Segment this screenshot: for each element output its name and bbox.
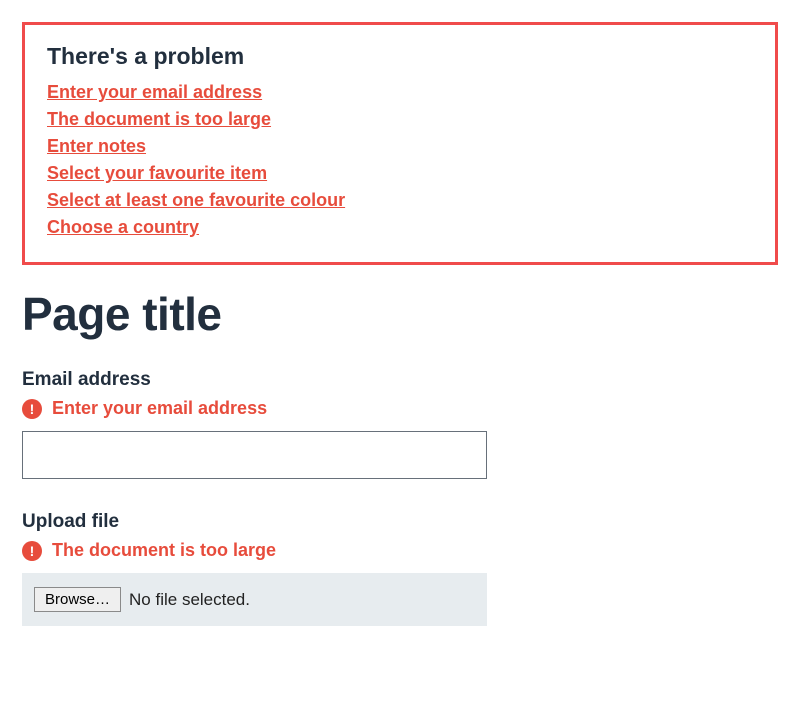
email-input[interactable] bbox=[22, 431, 487, 479]
error-summary: There's a problem Enter your email addre… bbox=[22, 22, 778, 265]
file-input-wrap: Browse… No file selected. bbox=[22, 573, 487, 626]
page-title: Page title bbox=[22, 287, 778, 341]
file-status-text: No file selected. bbox=[129, 590, 250, 610]
upload-error-text: The document is too large bbox=[52, 540, 276, 561]
upload-label: Upload file bbox=[22, 511, 778, 533]
error-link-email[interactable]: Enter your email address bbox=[47, 82, 262, 102]
browse-button[interactable]: Browse… bbox=[34, 587, 121, 612]
error-link-document[interactable]: The document is too large bbox=[47, 109, 271, 129]
error-icon bbox=[22, 399, 42, 419]
error-link-notes[interactable]: Enter notes bbox=[47, 136, 146, 156]
email-label: Email address bbox=[22, 369, 778, 391]
email-error: Enter your email address bbox=[22, 398, 778, 419]
email-error-text: Enter your email address bbox=[52, 398, 267, 419]
error-summary-list: Enter your email address The document is… bbox=[47, 82, 753, 238]
error-link-country[interactable]: Choose a country bbox=[47, 217, 199, 237]
upload-field-group: Upload file The document is too large Br… bbox=[22, 511, 778, 626]
error-icon bbox=[22, 541, 42, 561]
email-field-group: Email address Enter your email address bbox=[22, 369, 778, 479]
upload-error: The document is too large bbox=[22, 540, 778, 561]
error-link-favourite-colour[interactable]: Select at least one favourite colour bbox=[47, 190, 345, 210]
error-link-favourite-item[interactable]: Select your favourite item bbox=[47, 163, 267, 183]
error-summary-title: There's a problem bbox=[47, 43, 753, 70]
